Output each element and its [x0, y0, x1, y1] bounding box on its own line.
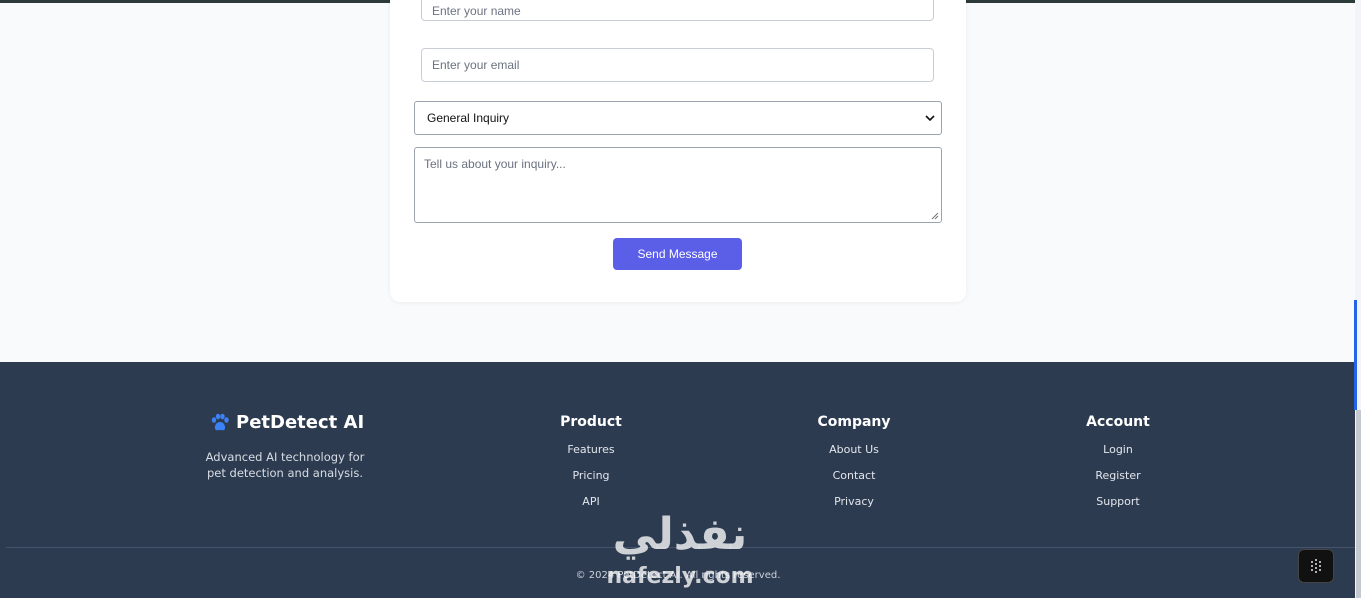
footer-link-features[interactable]: Features: [521, 443, 661, 469]
scroll-indicator: [1354, 300, 1357, 410]
footer-link-login[interactable]: Login: [1048, 443, 1188, 469]
footer-link-privacy[interactable]: Privacy: [784, 495, 924, 521]
cube-dots-icon: [1311, 559, 1321, 573]
footer-link-support[interactable]: Support: [1048, 495, 1188, 521]
footer-heading-product: Product: [560, 414, 622, 430]
scrollbar-thumb[interactable]: [1356, 410, 1361, 598]
chevron-down-icon: [925, 115, 935, 122]
message-placeholder: Tell us about your inquiry...: [424, 157, 566, 171]
message-textarea[interactable]: Tell us about your inquiry...: [414, 147, 942, 223]
inquiry-type-select[interactable]: General Inquiry: [414, 101, 942, 135]
brand-name: PetDetect AI: [236, 412, 365, 433]
inquiry-type-value: General Inquiry: [427, 111, 510, 125]
name-input[interactable]: Enter your name: [421, 0, 934, 21]
email-input[interactable]: Enter your email: [421, 48, 934, 82]
watermark-latin: nafezly.com: [606, 564, 754, 589]
send-message-label: Send Message: [637, 247, 718, 261]
nafezly-watermark: نفذلي nafezly.com: [590, 508, 770, 598]
send-message-button[interactable]: Send Message: [613, 238, 742, 270]
footer-brand[interactable]: PetDetect AI: [210, 412, 364, 433]
footer-link-contact[interactable]: Contact: [784, 469, 924, 495]
brand-tagline: Advanced AI technology for pet detection…: [205, 450, 365, 480]
blackbox-widget-icon[interactable]: [1298, 549, 1334, 583]
footer-link-register[interactable]: Register: [1048, 469, 1188, 495]
footer-link-about-us[interactable]: About Us: [784, 443, 924, 469]
email-placeholder: Enter your email: [432, 58, 520, 72]
footer-column-product: Product Features Pricing API: [521, 414, 661, 521]
footer-heading-account: Account: [1086, 414, 1150, 430]
name-placeholder: Enter your name: [432, 3, 521, 18]
resize-grip-icon[interactable]: [931, 212, 939, 220]
paw-icon: [211, 413, 229, 430]
footer-heading-company: Company: [817, 414, 891, 430]
footer-column-company: Company About Us Contact Privacy: [784, 414, 924, 521]
footer-link-pricing[interactable]: Pricing: [521, 469, 661, 495]
watermark-arabic: نفذلي: [612, 509, 748, 560]
footer-column-account: Account Login Register Support: [1048, 414, 1188, 521]
